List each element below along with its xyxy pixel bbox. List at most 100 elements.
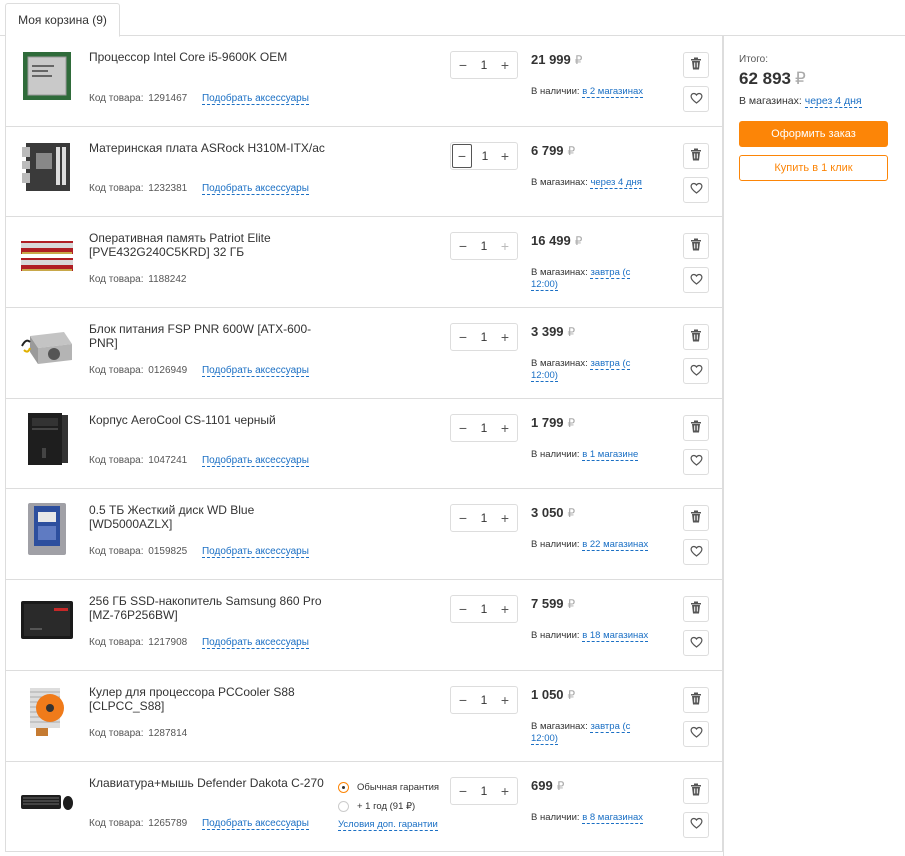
- cart-item-row: 256 ГБ SSD-накопитель Samsung 860 Pro [M…: [6, 580, 722, 671]
- delete-button[interactable]: [683, 414, 709, 441]
- price-currency: ₽: [574, 53, 583, 67]
- increase-qty-button[interactable]: +: [498, 329, 512, 345]
- decrease-qty-button[interactable]: −: [456, 601, 470, 617]
- accessories-link[interactable]: Подобрать аксессуары: [201, 546, 309, 559]
- decrease-qty-button[interactable]: −: [456, 57, 470, 73]
- warranty-terms-link[interactable]: Условия доп. гарантии: [338, 819, 438, 831]
- wishlist-button[interactable]: [683, 267, 709, 294]
- decrease-qty-button[interactable]: −: [452, 143, 472, 168]
- product-image-case[interactable]: [20, 411, 74, 467]
- decrease-qty-button[interactable]: −: [456, 510, 470, 526]
- delete-button[interactable]: [683, 142, 709, 169]
- warranty-option-standard[interactable]: Обычная гарантия: [338, 780, 439, 796]
- accessories-link[interactable]: Подобрать аксессуары: [201, 183, 309, 196]
- wishlist-button[interactable]: [683, 176, 709, 203]
- increase-qty-button[interactable]: +: [498, 238, 512, 254]
- delete-button[interactable]: [683, 52, 709, 78]
- availability-link[interactable]: в 8 магазинах: [582, 811, 644, 824]
- quantity-value[interactable]: 1: [481, 239, 488, 253]
- availability-link[interactable]: в 1 магазине: [582, 448, 639, 461]
- decrease-qty-button[interactable]: −: [456, 783, 470, 799]
- quantity-value[interactable]: 1: [481, 511, 488, 525]
- wishlist-button[interactable]: [683, 539, 709, 566]
- quantity-stepper: − 1 +: [450, 51, 518, 79]
- accessories-link[interactable]: Подобрать аксессуары: [201, 92, 309, 105]
- increase-qty-button[interactable]: +: [498, 148, 512, 164]
- increase-qty-button[interactable]: +: [498, 601, 512, 617]
- product-meta: Код товара: 1265789 Подобрать аксессуары: [89, 818, 309, 831]
- wishlist-button[interactable]: [683, 630, 709, 657]
- delete-button[interactable]: [683, 233, 709, 260]
- quantity-value[interactable]: 1: [481, 330, 488, 344]
- cart-item-row: Корпус AeroCool CS-1101 черный Код товар…: [6, 399, 722, 490]
- quantity-value[interactable]: 1: [481, 784, 488, 798]
- product-image-psu[interactable]: [20, 320, 74, 376]
- summary-label: Итого:: [739, 54, 768, 65]
- delete-button[interactable]: [683, 324, 709, 351]
- tab-my-cart[interactable]: Моя корзина (9): [5, 3, 120, 37]
- quantity-stepper: − 1 +: [450, 323, 518, 352]
- quantity-value[interactable]: 1: [481, 602, 488, 616]
- increase-qty-button[interactable]: +: [498, 57, 512, 73]
- quantity-value[interactable]: 1: [481, 693, 488, 707]
- decrease-qty-button[interactable]: −: [456, 420, 470, 436]
- delete-button[interactable]: [683, 686, 709, 713]
- warranty-extended-label: + 1 год (91 ₽): [357, 801, 416, 812]
- accessories-link[interactable]: Подобрать аксессуары: [201, 636, 309, 649]
- product-name[interactable]: Блок питания FSP PNR 600W [ATX-600-PNR]: [89, 322, 339, 350]
- wishlist-button[interactable]: [683, 720, 709, 747]
- accessories-link[interactable]: Подобрать аксессуары: [201, 818, 309, 831]
- availability-link[interactable]: в 18 магазинах: [582, 630, 649, 643]
- increase-qty-button[interactable]: +: [498, 510, 512, 526]
- decrease-qty-button[interactable]: −: [456, 329, 470, 345]
- radio-unchecked-icon[interactable]: [338, 801, 349, 812]
- accessories-link[interactable]: Подобрать аксессуары: [201, 364, 309, 377]
- wishlist-button[interactable]: [683, 448, 709, 475]
- availability-link[interactable]: через 4 дня: [590, 176, 642, 189]
- summary-stores-link[interactable]: через 4 дня: [804, 95, 862, 108]
- product-image-cpu[interactable]: [20, 48, 74, 104]
- availability: В наличии: в 8 магазинах: [531, 811, 649, 824]
- wishlist-button[interactable]: [683, 358, 709, 385]
- wishlist-button[interactable]: [683, 86, 709, 112]
- availability-link[interactable]: в 22 магазинах: [582, 539, 649, 552]
- product-meta: Код товара: 1232381 Подобрать аксессуары: [89, 183, 309, 196]
- decrease-qty-button[interactable]: −: [456, 238, 470, 254]
- quantity-value[interactable]: 1: [481, 58, 488, 72]
- buy-one-click-button[interactable]: Купить в 1 клик: [739, 155, 888, 181]
- delete-button[interactable]: [683, 596, 709, 623]
- decrease-qty-button[interactable]: −: [456, 692, 470, 708]
- product-meta: Код товара: 0159825 Подобрать аксессуары: [89, 546, 309, 559]
- product-name[interactable]: Кулер для процессора PCCooler S88 [CLPCC…: [89, 685, 339, 713]
- product-name[interactable]: Оперативная память Patriot Elite [PVE432…: [89, 231, 339, 259]
- accessories-link[interactable]: Подобрать аксессуары: [201, 455, 309, 468]
- product-name[interactable]: Процессор Intel Core i5-9600K OEM: [89, 50, 339, 64]
- product-image-keyboard[interactable]: [20, 774, 74, 830]
- product-code: 1291467: [148, 92, 188, 104]
- product-code-label: Код товара:: [89, 455, 144, 467]
- checkout-button[interactable]: Оформить заказ: [739, 121, 888, 147]
- product-name[interactable]: Клавиатура+мышь Defender Dakota C-270: [89, 776, 339, 790]
- product-name[interactable]: 256 ГБ SSD-накопитель Samsung 860 Pro [M…: [89, 594, 339, 622]
- product-image-ram[interactable]: [20, 229, 74, 285]
- quantity-stepper: − 1 +: [450, 685, 518, 714]
- product-image-motherboard[interactable]: [20, 139, 74, 195]
- wishlist-button[interactable]: [683, 811, 709, 838]
- product-name[interactable]: 0.5 ТБ Жесткий диск WD Blue [WD5000AZLX]: [89, 503, 339, 531]
- product-name[interactable]: Корпус AeroCool CS-1101 черный: [89, 413, 339, 427]
- increase-qty-button[interactable]: +: [498, 692, 512, 708]
- availability-link[interactable]: в 2 магазинах: [582, 86, 644, 98]
- radio-checked-icon[interactable]: [338, 782, 349, 793]
- warranty-option-extended[interactable]: + 1 год (91 ₽): [338, 799, 439, 815]
- quantity-value[interactable]: 1: [482, 149, 489, 163]
- increase-qty-button[interactable]: +: [498, 783, 512, 799]
- quantity-value[interactable]: 1: [481, 421, 488, 435]
- product-image-hdd[interactable]: [20, 501, 74, 557]
- product-image-cooler[interactable]: [20, 683, 74, 739]
- product-image-ssd[interactable]: [20, 592, 74, 648]
- product-price: 6 799 ₽: [531, 143, 575, 158]
- delete-button[interactable]: [683, 505, 709, 532]
- increase-qty-button[interactable]: +: [498, 420, 512, 436]
- product-name[interactable]: Материнская плата ASRock H310M-ITX/ac: [89, 141, 339, 155]
- delete-button[interactable]: [683, 777, 709, 804]
